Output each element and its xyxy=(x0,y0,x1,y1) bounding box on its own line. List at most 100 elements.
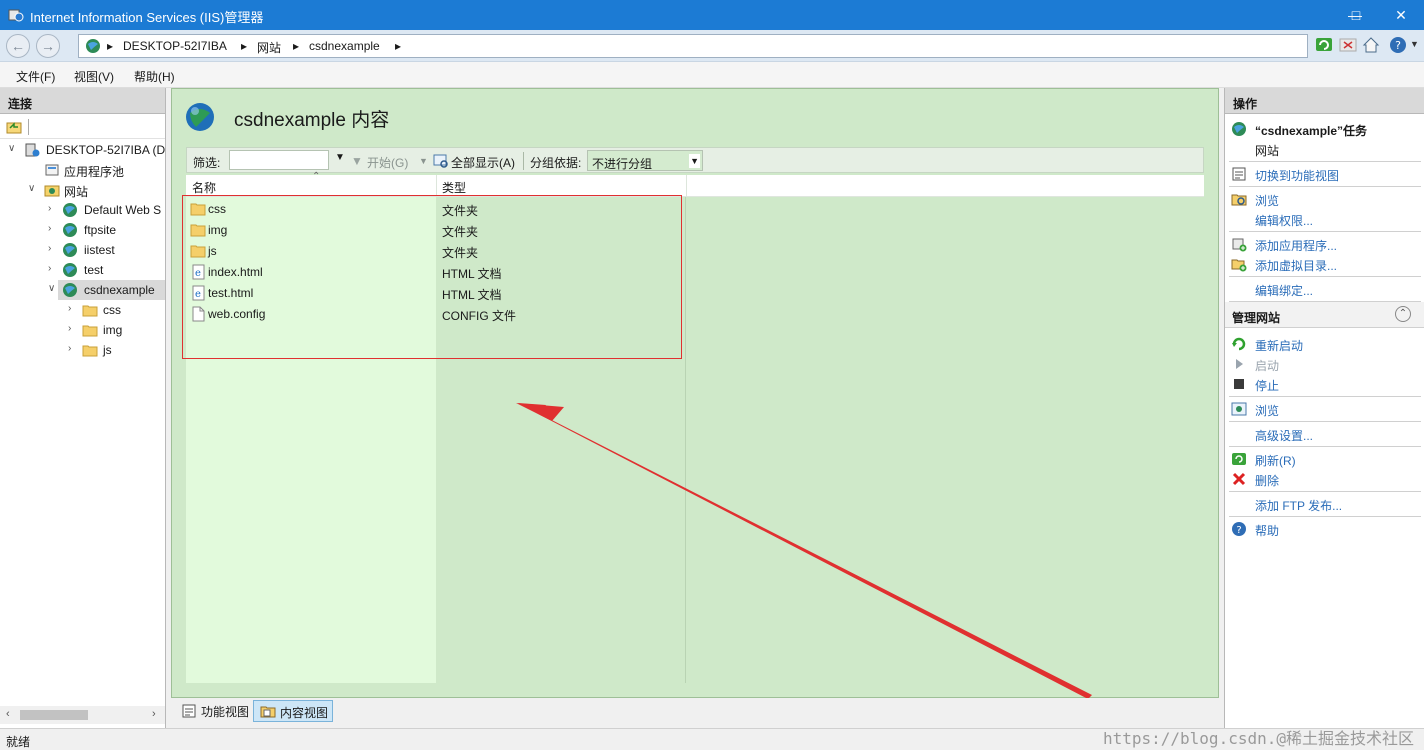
explore-link[interactable]: 浏览 xyxy=(1255,192,1279,209)
switch-features-link[interactable]: 切换到功能视图 xyxy=(1255,167,1339,184)
show-all-button[interactable]: 全部显示(A) xyxy=(451,154,515,171)
tree-item-app-pools[interactable]: 应用程序池 xyxy=(0,160,165,180)
filter-toolbar: 筛选: ▼ ▼ 开始(G) ▼ 全部显示(A) 分组依据: 不进行分组 ▼ xyxy=(186,147,1204,173)
chevron-down-icon[interactable]: ▼ xyxy=(689,154,700,168)
horizontal-scrollbar[interactable]: ‹ › xyxy=(0,706,165,724)
manage-site-section[interactable]: 管理网站 ⌃ xyxy=(1225,302,1424,328)
refresh-link[interactable]: 刷新(R) xyxy=(1255,452,1296,469)
globe-icon xyxy=(1232,122,1246,136)
content-view-icon xyxy=(260,706,276,718)
browse-link[interactable]: 浏览 xyxy=(1255,402,1279,419)
close-button[interactable]: ✕ xyxy=(1378,0,1424,30)
iis-app-icon xyxy=(8,9,24,22)
tree-item-test[interactable]: › test xyxy=(0,260,165,280)
explore-icon xyxy=(1231,194,1247,206)
sites-folder-icon xyxy=(44,185,60,197)
annotation-box xyxy=(182,195,682,359)
breadcrumb-server[interactable]: DESKTOP-52I7IBA xyxy=(123,39,227,53)
chevron-right-icon[interactable]: › xyxy=(48,223,58,234)
tree-label: Default Web S xyxy=(84,203,162,217)
advanced-settings-link[interactable]: 高级设置... xyxy=(1255,427,1313,444)
refresh-icon[interactable] xyxy=(1314,35,1334,55)
chevron-up-icon[interactable]: ⌃ xyxy=(1395,306,1411,322)
stop-link[interactable]: 停止 xyxy=(1255,377,1279,394)
menu-file[interactable]: 文件(F) xyxy=(16,68,55,85)
tree-item-css[interactable]: › css xyxy=(0,300,165,320)
divider xyxy=(1229,421,1421,422)
help-link[interactable]: 帮助 xyxy=(1255,522,1279,539)
tab-content-view[interactable]: 内容视图 xyxy=(253,700,334,722)
tab-features-view[interactable]: 功能视图 xyxy=(175,700,253,722)
forward-button[interactable]: → xyxy=(36,34,60,58)
home-icon[interactable] xyxy=(1361,35,1381,55)
column-divider[interactable] xyxy=(686,175,687,197)
restart-icon xyxy=(1232,337,1246,351)
window-title: Internet Information Services (IIS)管理器 xyxy=(30,10,264,25)
start-link[interactable]: 启动 xyxy=(1255,357,1279,374)
start-button[interactable]: 开始(G) xyxy=(367,154,408,171)
breadcrumb[interactable]: ▸ DESKTOP-52I7IBA ▸ 网站 ▸ csdnexample ▸ xyxy=(78,34,1308,58)
chevron-right-icon[interactable]: › xyxy=(48,243,58,254)
tree-item-sites[interactable]: ∨ 网站 xyxy=(0,180,165,200)
tree-item-js[interactable]: › js xyxy=(0,340,165,360)
view-tabs: 功能视图 内容视图 xyxy=(171,698,1219,726)
divider xyxy=(1229,516,1421,517)
chevron-down-icon[interactable]: ▼ xyxy=(1410,39,1419,49)
breadcrumb-sites[interactable]: 网站 xyxy=(257,39,281,56)
add-ftp-link[interactable]: 添加 FTP 发布... xyxy=(1255,497,1342,514)
refresh-icon xyxy=(1232,453,1246,465)
column-header-type[interactable]: 类型 xyxy=(442,179,466,196)
globe-icon xyxy=(186,103,214,131)
tree-label: iistest xyxy=(84,243,115,257)
chevron-right-icon[interactable]: › xyxy=(48,203,58,214)
delete-link[interactable]: 删除 xyxy=(1255,472,1279,489)
restart-link[interactable]: 重新启动 xyxy=(1255,337,1303,354)
group-by-select[interactable]: 不进行分组 ▼ xyxy=(587,150,703,171)
chevron-right-icon[interactable]: › xyxy=(68,323,78,334)
column-divider[interactable] xyxy=(436,175,437,197)
tree-label: 网站 xyxy=(64,185,89,199)
connect-icon[interactable] xyxy=(6,119,22,135)
add-application-link[interactable]: 添加应用程序... xyxy=(1255,237,1337,254)
tree-item-ftpsite[interactable]: › ftpsite xyxy=(0,220,165,240)
tree-item-iistest[interactable]: › iistest xyxy=(0,240,165,260)
chevron-right-icon[interactable]: › xyxy=(68,303,78,314)
help-icon: ? xyxy=(1232,522,1246,536)
menu-view[interactable]: 视图(V) xyxy=(74,68,114,85)
tree-item-img[interactable]: › img xyxy=(0,320,165,340)
scrollbar-thumb[interactable] xyxy=(20,710,88,720)
toolbar-divider xyxy=(28,119,29,135)
add-application-icon xyxy=(1232,238,1247,252)
chevron-down-icon[interactable]: ∨ xyxy=(28,183,38,194)
chevron-down-icon[interactable]: ▼ xyxy=(419,156,428,166)
connections-header: 连接 xyxy=(0,88,165,114)
filter-input[interactable] xyxy=(229,150,329,170)
chevron-right-icon[interactable]: › xyxy=(152,708,156,720)
back-button[interactable]: ← xyxy=(6,34,30,58)
tab-label: 内容视图 xyxy=(280,706,329,720)
chevron-right-icon[interactable]: › xyxy=(48,263,58,274)
group-by-label: 分组依据: xyxy=(530,156,582,170)
connections-toolbar xyxy=(0,115,165,139)
tree-item-csdnexample[interactable]: ∨ csdnexample xyxy=(48,280,165,300)
filter-funnel-icon: ▼ xyxy=(351,154,363,168)
add-virtual-dir-link[interactable]: 添加虚拟目录... xyxy=(1255,257,1337,274)
help-icon[interactable]: ? xyxy=(1388,35,1408,55)
stop-icon[interactable] xyxy=(1338,35,1358,55)
chevron-right-icon[interactable]: › xyxy=(68,343,78,354)
menu-help[interactable]: 帮助(H) xyxy=(134,68,175,85)
breadcrumb-site[interactable]: csdnexample xyxy=(309,39,380,53)
chevron-left-icon[interactable]: ‹ xyxy=(6,708,10,720)
tree-item-server[interactable]: ∨ DESKTOP-52I7IBA (D xyxy=(0,140,165,160)
chevron-down-icon[interactable]: ▼ xyxy=(335,152,345,163)
column-header-name[interactable]: 名称 xyxy=(192,179,216,196)
section-title: 管理网站 xyxy=(1232,311,1281,325)
maximize-button[interactable]: □ xyxy=(1333,0,1379,30)
chevron-down-icon[interactable]: ∨ xyxy=(8,143,18,154)
edit-permissions-link[interactable]: 编辑权限... xyxy=(1255,212,1313,229)
actions-header: 操作 xyxy=(1225,88,1424,114)
tree-item-default-web-site[interactable]: › Default Web S xyxy=(0,200,165,220)
chevron-down-icon[interactable]: ∨ xyxy=(48,283,58,294)
divider xyxy=(1229,276,1421,277)
edit-bindings-link[interactable]: 编辑绑定... xyxy=(1255,282,1313,299)
